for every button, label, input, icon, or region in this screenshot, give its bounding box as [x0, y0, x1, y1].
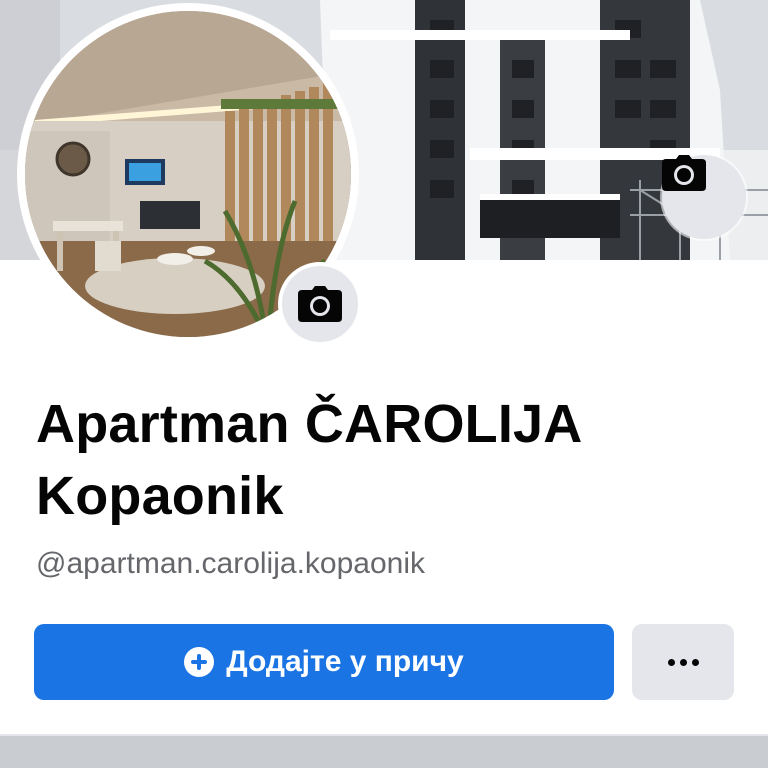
- add-to-story-label: Додајте у причу: [226, 645, 464, 678]
- page-username: @apartman.carolija.kopaonik: [36, 547, 425, 580]
- section-divider: [0, 734, 768, 768]
- cover-photo-camera-button[interactable]: [662, 155, 746, 239]
- profile-picture-camera-button[interactable]: [278, 262, 362, 346]
- more-dot: [679, 658, 687, 666]
- more-dots-icon: [667, 658, 675, 666]
- more-dot: [691, 658, 699, 666]
- add-to-story-button[interactable]: Додајте у причу: [34, 624, 614, 700]
- camera-icon: [298, 286, 342, 322]
- camera-icon: [662, 155, 706, 191]
- more-options-button[interactable]: [632, 624, 734, 700]
- page-title: Apartman ČAROLIJA Kopaonik: [36, 394, 581, 526]
- plus-circle-icon: [184, 647, 215, 677]
